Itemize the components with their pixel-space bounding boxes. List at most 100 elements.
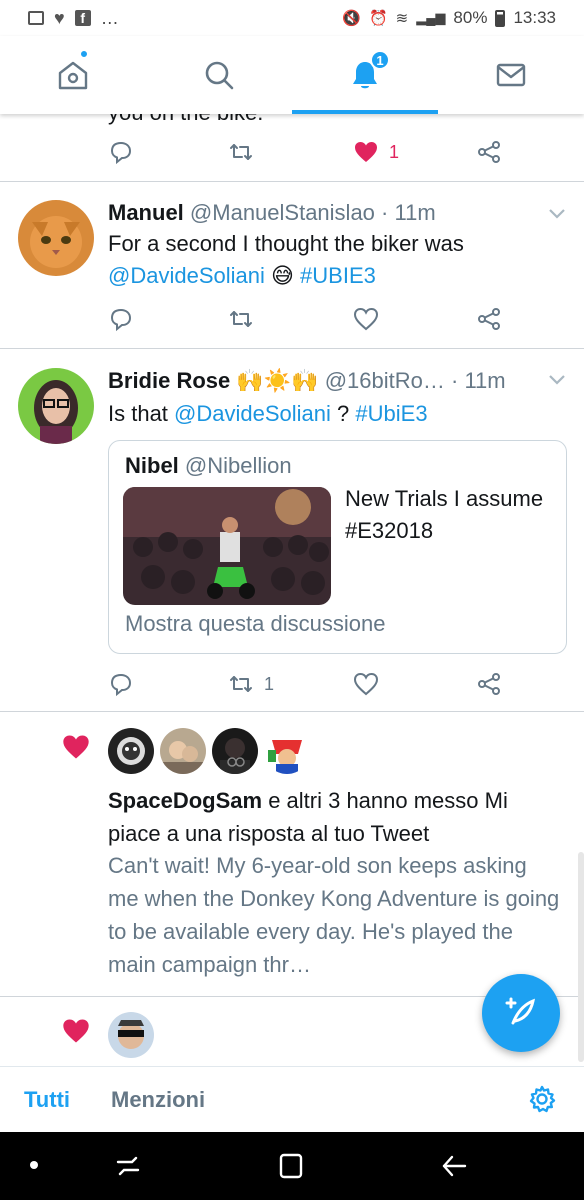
tab-notifications[interactable]: 1 [292, 36, 438, 114]
retweet-icon [230, 676, 252, 692]
tweet-time: · 11m [381, 200, 436, 225]
home-icon [58, 61, 88, 90]
dot-indicator [30, 1161, 38, 1169]
bridie-avatar-image [18, 368, 94, 444]
heart-filled-icon [355, 142, 377, 162]
retweet-count: 1 [264, 673, 275, 694]
retweet-button[interactable] [228, 136, 254, 168]
home-unread-dot [80, 50, 88, 58]
liked-tweet-snippet[interactable]: Can't wait! My 6-year-old son keeps aski… [108, 849, 560, 981]
share-button[interactable] [476, 668, 502, 700]
previous-tweet-actions: 1 [108, 136, 508, 168]
liker-avatars [108, 1012, 154, 1058]
heart-icon [353, 672, 379, 696]
liker-avatar[interactable] [264, 728, 310, 774]
status-bar: ♥ f … 🔇 ⏰ ≋ ▂▄▆ 80% 13:33 [0, 0, 584, 36]
author-name[interactable]: Manuel [108, 200, 184, 225]
show-thread-link[interactable]: Mostra questa discussione [125, 611, 385, 637]
chevron-down-icon[interactable] [548, 374, 566, 386]
share-button[interactable] [476, 136, 502, 168]
retweet-button[interactable] [228, 303, 254, 335]
scrollbar[interactable] [578, 852, 584, 1062]
share-button[interactable] [476, 303, 502, 335]
quoted-tweet-card[interactable]: Nibel @Nibellion New Trials I assume #E3… [108, 440, 567, 654]
recent-apps-icon[interactable] [114, 1152, 142, 1180]
liker-avatar[interactable] [160, 728, 206, 774]
hashtag-link[interactable]: #UBIE3 [300, 263, 376, 288]
gallery-icon [28, 11, 44, 25]
android-navigation-bar [0, 1132, 584, 1200]
retweet-icon [230, 144, 252, 160]
tab-all[interactable]: Tutti [24, 1087, 70, 1113]
share-icon [478, 308, 500, 330]
reply-button[interactable] [108, 303, 134, 335]
quoted-tweet-header: Nibel @Nibellion [125, 453, 292, 479]
tab-search[interactable] [146, 36, 292, 114]
quoted-tweet-text: New Trials I assume #E32018 [345, 486, 544, 543]
author-name[interactable]: Bridie Rose [108, 368, 230, 393]
avatar-bridie[interactable] [18, 368, 94, 444]
cat-avatar-image [18, 200, 94, 276]
liker-avatars [108, 728, 310, 774]
tweet-header: Bridie Rose 🙌☀️🙌 @16bitRo… · 11m [108, 368, 506, 394]
tweet-text-prefix: Is that [108, 401, 168, 426]
back-icon[interactable] [440, 1152, 468, 1180]
avatar-manuel[interactable] [18, 200, 94, 276]
notification-badge: 1 [370, 50, 390, 70]
liker-username[interactable]: SpaceDogSam [108, 788, 262, 813]
like-notification-text: SpaceDogSam e altri 3 hanno messo Mi pia… [108, 784, 558, 850]
divider [0, 181, 584, 182]
like-notification-heart-icon [63, 735, 89, 759]
notification-filter-tabs: Tutti Menzioni [0, 1066, 584, 1132]
hashtag-link[interactable]: #UbiE3 [355, 401, 427, 426]
tab-mentions[interactable]: Menzioni [111, 1087, 205, 1113]
mail-icon [496, 63, 526, 87]
previous-tweet-text: you on the bike. [108, 114, 263, 126]
retweet-icon [230, 311, 252, 327]
tab-home[interactable] [0, 36, 146, 114]
tweet-text-body: For a second I thought the biker was [108, 231, 464, 256]
biker-stage-photo [123, 487, 331, 605]
reply-icon [110, 673, 132, 697]
liker-avatar[interactable] [108, 728, 154, 774]
notifications-feed[interactable]: you on the bike. 1 Manuel @ManuelStanisl… [0, 114, 584, 1074]
active-tab-indicator [292, 110, 438, 114]
like-button[interactable] [353, 303, 379, 335]
home-button-icon[interactable] [278, 1152, 304, 1180]
top-navigation: 1 [0, 36, 584, 114]
like-button[interactable]: 1 [353, 136, 399, 168]
reply-icon [110, 141, 132, 165]
retweet-button[interactable]: 1 [228, 668, 274, 700]
tweet-header: Manuel @ManuelStanislao · 11m [108, 200, 436, 226]
clock: 13:33 [513, 8, 556, 27]
battery-icon [495, 9, 506, 27]
chevron-down-icon[interactable] [548, 208, 566, 220]
quoted-author-name: Nibel [125, 453, 179, 478]
alarm-icon: ⏰ [368, 10, 388, 27]
quoted-author-handle: @Nibellion [184, 453, 292, 478]
author-handle[interactable]: @16bitRo… [325, 368, 445, 393]
share-icon [478, 673, 500, 695]
author-handle[interactable]: @ManuelStanislao [190, 200, 375, 225]
mention-link[interactable]: @DavideSoliani [108, 263, 265, 288]
search-icon [205, 61, 234, 90]
tweet-actions: 1 [108, 668, 508, 700]
name-emoji: 🙌☀️🙌 [236, 368, 319, 393]
quoted-media-image[interactable] [123, 487, 331, 605]
reply-icon [110, 308, 132, 332]
heart-status-icon: ♥ [54, 7, 65, 28]
like-count: 1 [389, 141, 400, 162]
like-button[interactable] [353, 668, 379, 700]
reply-button[interactable] [108, 668, 134, 700]
tab-messages[interactable] [438, 36, 584, 114]
liker-avatar[interactable] [108, 1012, 154, 1058]
reply-button[interactable] [108, 136, 134, 168]
battery-percent: 80% [453, 8, 488, 27]
like-notification-heart-icon [63, 1019, 89, 1043]
compose-tweet-button[interactable] [482, 974, 560, 1052]
liker-avatar[interactable] [212, 728, 258, 774]
more-notifications-icon: … [100, 7, 119, 28]
tweet-text-mid: ? [337, 401, 350, 426]
gear-icon[interactable] [527, 1084, 557, 1114]
mention-link[interactable]: @DavideSoliani [174, 401, 331, 426]
